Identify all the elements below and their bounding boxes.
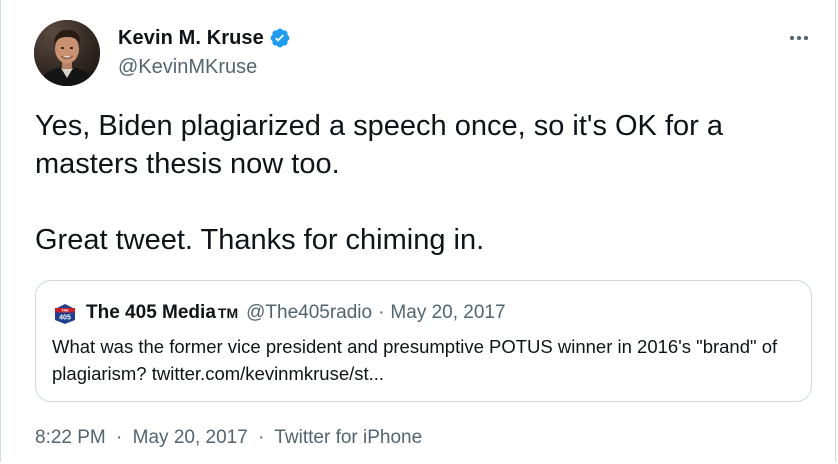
quoted-avatar[interactable]: THE 405 — [52, 300, 78, 326]
quoted-display-name: The 405 Media — [86, 302, 216, 323]
quoted-tweet-header: THE 405 The 405 Media TM @The405radio · … — [52, 300, 506, 326]
tweet-text: Yes, Biden plagiarized a speech once, so… — [35, 107, 815, 259]
tweet-paragraph: Yes, Biden plagiarized a speech once, so… — [35, 110, 723, 180]
footer-separator: · — [258, 427, 265, 448]
quoted-tweet[interactable]: THE 405 The 405 Media TM @The405radio · … — [35, 280, 812, 402]
the-405-logo-icon: THE 405 — [52, 300, 78, 326]
quoted-tweet-text: What was the former vice president and p… — [52, 336, 778, 384]
footer-separator: · — [116, 427, 123, 448]
author-handle[interactable]: @KevinMKruse — [118, 56, 291, 79]
author-display-name[interactable]: Kevin M. Kruse — [118, 27, 264, 50]
author-avatar[interactable] — [34, 20, 100, 86]
quoted-separator: · — [378, 302, 385, 323]
avatar-photo — [34, 20, 100, 86]
tweet-source[interactable]: Twitter for iPhone — [274, 427, 422, 448]
quoted-date: May 20, 2017 — [390, 302, 506, 323]
verified-badge-icon — [269, 27, 291, 49]
svg-text:THE: THE — [61, 309, 69, 313]
svg-text:405: 405 — [59, 315, 71, 322]
tweet-time[interactable]: 8:22 PM — [35, 427, 106, 448]
author-info: Kevin M. Kruse @KevinMKruse — [118, 25, 291, 79]
more-options-icon[interactable] — [787, 26, 811, 50]
tweet-paragraph: Great tweet. Thanks for chiming in. — [35, 224, 485, 256]
tweet-card: Kevin M. Kruse @KevinMKruse Yes, Biden p… — [0, 0, 836, 462]
author-name-row: Kevin M. Kruse — [118, 25, 291, 51]
tweet-metadata: 8:22 PM · May 20, 2017 · Twitter for iPh… — [35, 427, 422, 449]
quoted-tm-mark: TM — [217, 305, 239, 321]
quoted-handle: @The405radio — [246, 302, 373, 323]
tweet-date[interactable]: May 20, 2017 — [133, 427, 248, 448]
